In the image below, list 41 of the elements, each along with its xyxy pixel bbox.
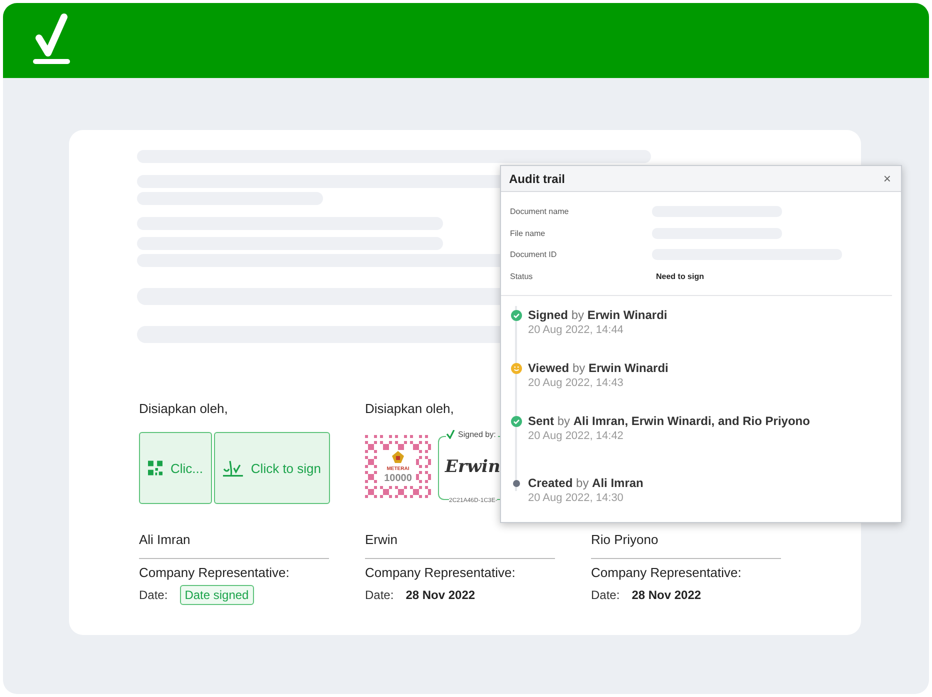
sign-button[interactable]: Click to sign — [214, 432, 330, 504]
date-value: 28 Nov 2022 — [406, 588, 476, 602]
event-text: Viewed by Erwin Winardi — [528, 361, 668, 375]
date-label: Date: — [365, 588, 394, 602]
prepared-by-label: Disiapkan oleh, — [139, 401, 228, 416]
event-time: 20 Aug 2022, 14:44 — [528, 324, 624, 336]
signer-name: Erwin — [365, 532, 398, 547]
event-text: Created by Ali Imran — [528, 476, 644, 490]
field-label: Status — [510, 272, 534, 281]
event-time: 20 Aug 2022, 14:30 — [528, 492, 624, 504]
field-label: Document ID — [510, 250, 558, 260]
smiley-icon — [511, 363, 522, 374]
role-label: Company Representative: — [365, 565, 516, 580]
signature-text: Erwin — [445, 457, 500, 477]
signed-by-label: Signed by: — [458, 430, 496, 439]
event-text: Sent by Ali Imran, Erwin Winardi, and Rio Priyono — [528, 414, 810, 428]
date-label: Date: — [139, 588, 168, 602]
check-icon — [446, 430, 455, 439]
sign-button[interactable]: Clic... — [139, 432, 212, 504]
signer-name: Ali Imran — [139, 532, 190, 547]
date-value: 28 Nov 2022 — [632, 588, 702, 602]
role-label: Company Representative: — [139, 565, 290, 580]
date-signed-badge: Date signed — [180, 584, 254, 604]
dot-icon — [513, 480, 520, 487]
date-label: Date: — [591, 588, 620, 602]
field-label: File name — [510, 228, 546, 238]
event-time: 20 Aug 2022, 14:43 — [528, 377, 624, 389]
event-time: 20 Aug 2022, 14:42 — [528, 430, 624, 442]
dialog-title: Audit trail — [509, 172, 565, 186]
status-value: Need to sign — [656, 272, 704, 281]
qr-code-icon — [148, 460, 162, 476]
checkmark-logo-icon — [33, 12, 71, 64]
check-circle-icon — [511, 416, 522, 427]
role-label: Company Representative: — [591, 565, 742, 580]
close-button[interactable]: × — [881, 171, 893, 186]
signer-name: Rio Priyono — [591, 532, 658, 547]
signature-pen-icon — [223, 459, 245, 477]
check-circle-icon — [511, 310, 522, 321]
event-text: Signed by Erwin Winardi — [528, 308, 668, 322]
prepared-by-label: Disiapkan oleh, — [365, 401, 454, 416]
field-label: Document name — [510, 207, 570, 216]
